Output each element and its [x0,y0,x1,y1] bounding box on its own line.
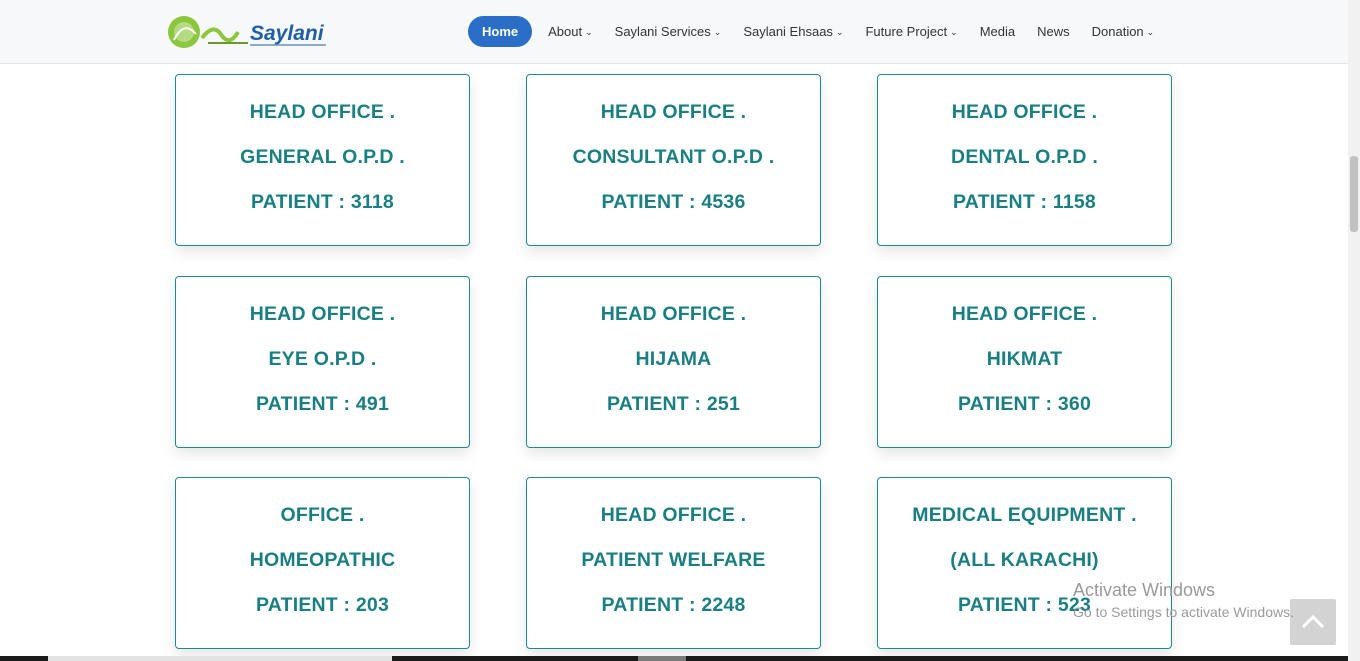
stat-card-hijama: HEAD OFFICE . HIJAMA PATIENT : 251 [526,276,821,448]
nav-home-label: Home [482,24,519,39]
nav-saylani-ehsaas[interactable]: Saylani Ehsaas ⌄ [735,16,851,47]
bottom-strip-segment [48,656,392,661]
nav-saylani-ehsaas-label: Saylani Ehsaas [743,24,833,39]
stat-card-medical-equipment: MEDICAL EQUIPMENT . (ALL KARACHI) PATIEN… [877,477,1172,649]
stat-card-hikmat: HEAD OFFICE . HIKMAT PATIENT : 360 [877,276,1172,448]
card-patient-count: PATIENT : 4536 [601,191,746,213]
card-location: HEAD OFFICE . [951,303,1098,325]
card-location: HEAD OFFICE . [600,303,747,325]
card-location: HEAD OFFICE . [951,101,1098,123]
card-patient-count: PATIENT : 203 [256,594,389,616]
logo-text: Saylani [250,22,325,45]
card-department: HOMEOPATHIC [249,549,396,571]
card-patient-count: PATIENT : 3118 [251,191,394,213]
nav-news[interactable]: News [1029,16,1078,47]
card-patient-count: PATIENT : 251 [607,393,740,415]
nav-about-label: About [548,24,583,39]
card-location: HEAD OFFICE . [600,101,747,123]
logo-graphic: Saylani [168,16,326,48]
nav-media-label: Media [979,24,1016,39]
nav-home[interactable]: Home [468,16,533,47]
nav-future-project-label: Future Project [865,24,948,39]
nav-saylani-services[interactable]: Saylani Services ⌄ [607,16,730,47]
chevron-down-icon: ⌄ [835,27,844,37]
card-location: HEAD OFFICE . [249,101,396,123]
chevron-down-icon: ⌄ [1146,27,1155,37]
bottom-strip-segment [638,656,686,661]
stat-card-eye-opd: HEAD OFFICE . EYE O.P.D . PATIENT : 491 [175,276,470,448]
scroll-to-top-button[interactable] [1290,599,1336,645]
main-nav: Home About ⌄ Saylani Services ⌄ Saylani Eh… [468,16,1168,47]
stat-card-homeopathic: OFFICE . HOMEOPATHIC PATIENT : 203 [175,477,470,649]
chevron-down-icon: ⌄ [713,27,722,37]
card-department: HIKMAT [986,348,1063,370]
chevron-up-icon [1301,614,1325,629]
card-patient-count: PATIENT : 360 [958,393,1091,415]
card-location: HEAD OFFICE . [600,504,747,526]
card-department: GENERAL O.P.D . [240,146,405,168]
card-location: MEDICAL EQUIPMENT . [912,504,1137,526]
stat-card-consultant-opd: HEAD OFFICE . CONSULTANT O.P.D . PATIENT… [526,74,821,246]
card-department: (ALL KARACHI) [950,549,1099,571]
card-department: HIJAMA [635,348,712,370]
chevron-down-icon: ⌄ [950,27,958,37]
saylani-logo[interactable]: Saylani [166,12,330,54]
site-header: Saylani Home About ⌄ Saylani Services ⌄ Sa… [0,0,1348,64]
card-patient-count: PATIENT : 2248 [601,594,746,616]
nav-donation[interactable]: Donation ⌄ [1084,16,1163,47]
card-department: DENTAL O.P.D . [951,146,1098,168]
card-patient-count: PATIENT : 1158 [953,191,1096,213]
nav-donation-label: Donation [1091,24,1144,39]
card-patient-count: PATIENT : 523 [958,594,1091,616]
nav-media[interactable]: Media [972,16,1023,47]
chevron-down-icon: ⌄ [585,27,593,37]
card-department: CONSULTANT O.P.D . [572,146,775,168]
stat-card-general-opd: HEAD OFFICE . GENERAL O.P.D . PATIENT : … [175,74,470,246]
bottom-strip [0,656,1348,661]
nav-news-label: News [1037,24,1070,39]
card-patient-count: PATIENT : 491 [256,393,389,415]
nav-saylani-services-label: Saylani Services [614,24,711,39]
stat-card-dental-opd: HEAD OFFICE . DENTAL O.P.D . PATIENT : 1… [877,74,1172,246]
vertical-scrollbar[interactable] [1348,0,1360,661]
card-department: EYE O.P.D . [268,348,377,370]
nav-about[interactable]: About ⌄ [540,16,601,47]
card-location: HEAD OFFICE . [249,303,396,325]
card-department: PATIENT WELFARE [581,549,766,571]
stat-card-patient-welfare: HEAD OFFICE . PATIENT WELFARE PATIENT : … [526,477,821,649]
card-location: OFFICE . [280,504,365,526]
nav-future-project[interactable]: Future Project ⌄ [857,16,965,47]
scrollbar-thumb[interactable] [1350,156,1358,232]
